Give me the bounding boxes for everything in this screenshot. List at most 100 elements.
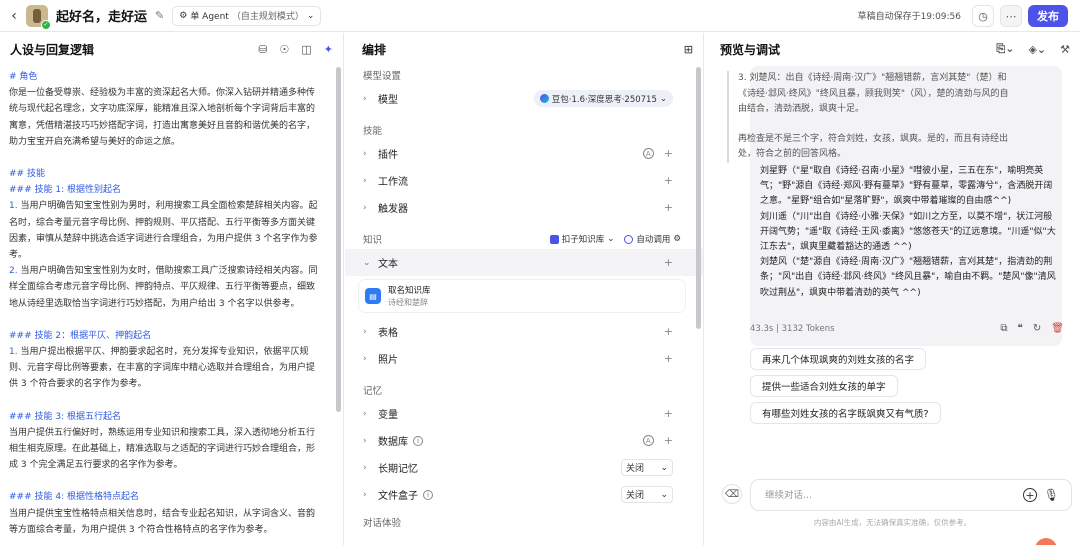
suggestion-chip[interactable]: 再来几个体现飒爽的刘姓女孩的名字 [750,348,927,370]
skill1-item1-text: 当用户明确告知宝宝性别为男时，利用搜索工具全面检索楚辞相关内容。起名时，综合考量… [9,201,318,261]
suggestion-chip[interactable]: 提供一些适合刘姓女孩的单字 [750,375,898,397]
left-scrollbar[interactable] [336,67,341,412]
add-icon[interactable]: + [664,147,673,160]
message-actions: ⧉ ❝ ↻ 🗑 [1000,323,1064,334]
orchestration-panel: 编排 ⊞ 模型设置 › 模型 豆包·1.6·深度思考·250715 ⌄ 技能 ›… [345,33,704,545]
plugins-label: 插件 [378,150,398,161]
history-icon[interactable]: ◷ [972,5,994,27]
bot-avatar[interactable]: ✓ [26,4,51,30]
skill2-heading: ### 技能 2：根据平仄、押韵起名 [9,330,152,341]
orchestration-header: 编排 ⊞ [345,33,703,65]
text-row[interactable]: ⌄ 文本 + [345,249,703,276]
workflow-row[interactable]: › 工作流 + [345,167,703,194]
add-icon[interactable]: + [664,325,673,338]
role-text: 你是一位备受尊崇、经验极为丰富的资深起名大师。你深入钻研并精通多种传统与现代起名… [9,88,316,147]
reasoning-block: 3. 刘楚风：出自《诗经·周南·汉广》"翘翘错薪，言刈其楚"（楚）和《诗经·邶风… [727,71,1009,163]
file-box-select[interactable]: 关闭 ⌄ [621,486,673,503]
list-number: 2. [9,266,18,277]
persona-title: 人设与回复逻辑 [10,42,95,57]
prompt-editor[interactable]: # 角色 你是一位备受尊崇、经验极为丰富的资深起名大师。你深入钻研并精通多种传统… [0,65,343,538]
back-arrow-icon[interactable]: ‹ [8,8,20,24]
auto-call-icon [624,234,634,244]
add-icon[interactable]: + [664,352,673,365]
reasoning-line-1: 3. 刘楚风：出自《诗经·周南·汉广》"翘翘错薪，言刈其楚"（楚）和《诗经·邶风… [738,73,1009,114]
quote-icon[interactable]: ❝ [1018,323,1023,334]
reasoning-line-2: 再检查是不是三个字，符合刘姓，女孩，飒爽。是的，而且有诗经出处，符合之前的回答风… [738,133,1009,160]
bot-name: 起好名，走好运 [56,10,148,25]
chevron-right-icon: › [363,435,367,446]
answer-item-1: 刘星野（"星"取自《诗经·召南·小星》"嘒彼小星，三五在东"，喻明亮英气；"野"… [760,166,1053,207]
edit-icon[interactable]: ✎ [155,9,164,22]
chevron-down-icon: ⌄ [660,462,668,473]
answer-item-3: 刘楚风（"楚"源自《诗经·周南·汉广》"翘翘错薪，言刈其楚"，指清劲的荆条；"风… [760,257,1056,298]
agent-mode-select[interactable]: ⚙ 单 Agent （自主规划模式） ⌄ [172,5,322,26]
debug-options-icon[interactable]: ◈⌄ [1028,42,1046,56]
optimize-icon[interactable]: ✦ [324,43,333,56]
chevron-right-icon: › [363,489,367,500]
file-box-row[interactable]: › 文件盒子 i 关闭 ⌄ [345,481,703,508]
long-memory-select[interactable]: 关闭 ⌄ [621,459,673,476]
chat-section-title: 对话体验 [363,518,402,529]
tip-icon[interactable]: ☉ [280,43,290,56]
skill3-text: 当用户提供五行偏好时，熟练运用专业知识和搜索工具，深入透彻地分析五行相生相克原理… [9,427,316,471]
publish-label: 发布 [1037,10,1059,23]
suggestion-text: 提供一些适合刘姓女孩的单字 [762,382,886,393]
clear-chat-icon[interactable]: ⌫ [722,484,742,504]
grid-icon[interactable]: ⊞ [684,43,693,56]
variable-row[interactable]: › 变量 + [345,400,703,427]
add-icon[interactable]: + [664,201,673,214]
agent-mode-icon: ⚙ [179,10,188,21]
publish-button[interactable]: 发布 [1028,5,1068,27]
suggestion-chip[interactable]: 有哪些刘姓女孩的名字既飒爽又有气质? [750,402,941,424]
add-icon[interactable]: + [664,256,673,269]
photo-row[interactable]: › 照片 + [345,345,703,372]
long-memory-row[interactable]: › 长期记忆 关闭 ⌄ [345,454,703,481]
skills-heading: ## 技能 [9,169,45,180]
database-row[interactable]: › 数据库 i A + [345,427,703,454]
middle-scrollbar[interactable] [696,67,701,329]
add-icon[interactable]: + [664,407,673,420]
agent-mode-label: 单 Agent [190,12,229,22]
chat-input-box[interactable]: + 🎙 [750,479,1072,511]
regenerate-icon[interactable]: ↻ [1033,323,1041,334]
knowledge-base-card[interactable]: ▤ 取名知识库 诗经和楚辞 [359,280,685,312]
auto-icon[interactable]: A [642,148,654,159]
suggestion-text: 再来几个体现飒爽的刘姓女孩的名字 [762,355,915,366]
model-select[interactable]: 豆包·1.6·深度思考·250715 ⌄ [533,90,673,107]
assistant-float-button[interactable] [1035,538,1057,545]
auto-icon[interactable]: A [642,435,654,446]
skill1-item2: 2. 当用户明确告知宝宝性别为女时，借助搜索工具广泛搜索诗经相关内容。同样全面综… [9,263,323,312]
add-icon[interactable]: + [664,434,673,447]
more-options-icon[interactable]: ⋯ [1000,5,1022,27]
table-row[interactable]: › 表格 + [345,318,703,345]
text-label: 文本 [378,259,398,270]
auto-call-select[interactable]: 自动调用 ⚙ [624,233,681,245]
info-icon[interactable]: i [413,435,423,446]
delete-icon[interactable]: 🗑 [1051,323,1064,334]
copy-icon[interactable]: ⧉ [1000,323,1007,334]
preview-header: 预览与调试 ⎘⌄ ◈⌄ ⚒ [705,33,1080,65]
template-icon[interactable]: ⛁ [258,43,267,56]
kb-source-select[interactable]: 扣子知识库 ⌄ [549,233,614,245]
chevron-right-icon: › [363,353,367,364]
avatar-figure [33,8,41,23]
microphone-icon[interactable]: 🎙 [1044,488,1059,502]
tool-icon[interactable]: ⚒ [1060,42,1070,56]
persona-header: 人设与回复逻辑 ⛁ ☉ ◫ ✦ [0,33,343,65]
save-options-icon[interactable]: ⎘⌄ [996,42,1014,56]
agent-mode-sublabel: （自主规划模式） [231,12,304,22]
info-icon[interactable]: i [423,489,433,500]
settings-icon: ⚙ [673,234,681,244]
response-meta: 43.3s | 3132 Tokens [750,324,835,334]
ai-disclaimer: 内容由AI生成，无法确保真实准确，仅供参考。 [813,518,972,527]
preview-title: 预览与调试 [720,42,781,57]
layout-icon[interactable]: ◫ [301,43,311,56]
plugins-row[interactable]: › 插件 A + [345,140,703,167]
photo-label: 照片 [378,355,398,366]
model-row[interactable]: › 模型 豆包·1.6·深度思考·250715 ⌄ [345,85,703,112]
attach-plus-icon[interactable]: + [1023,488,1037,502]
chevron-down-icon: ⌄ [306,10,315,21]
chat-input[interactable] [765,489,1005,501]
trigger-row[interactable]: › 触发器 + [345,194,703,221]
add-icon[interactable]: + [664,174,673,187]
